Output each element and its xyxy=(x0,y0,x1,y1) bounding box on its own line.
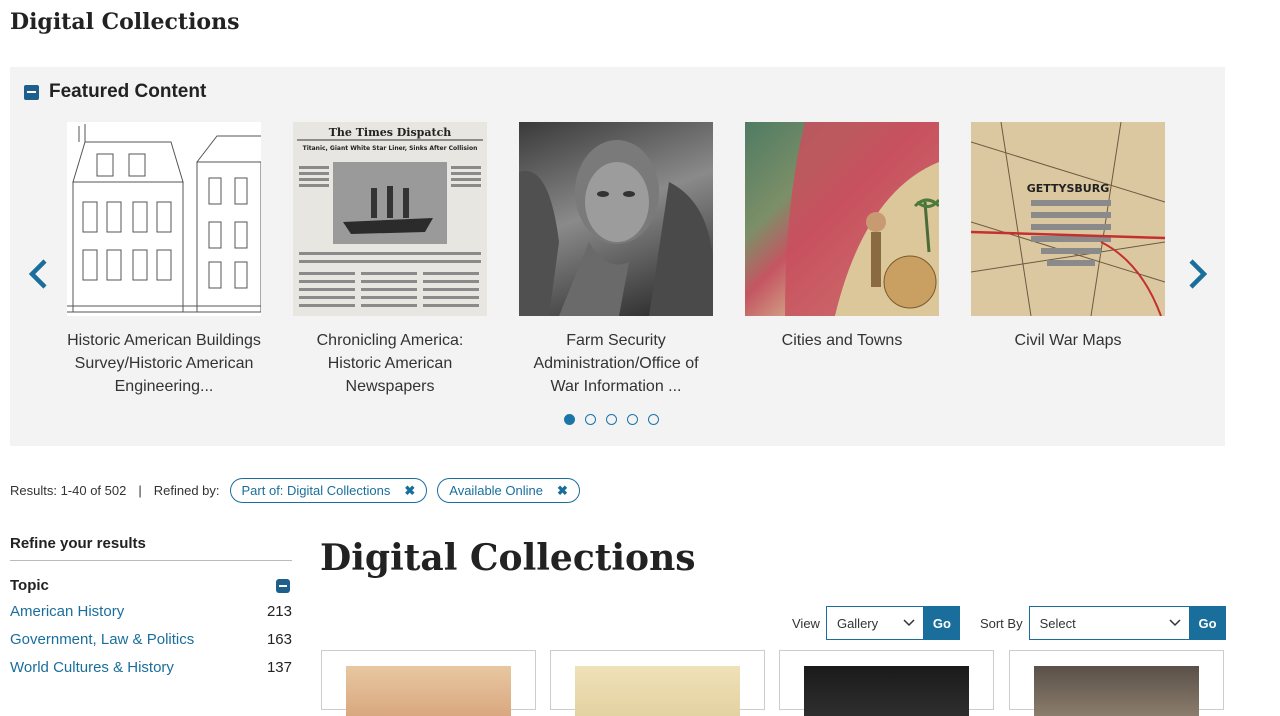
filter-chip-label: Available Online xyxy=(449,483,543,498)
refine-title: Refine your results xyxy=(10,535,292,561)
newspaper-headline: Titanic, Giant White Star Liner, Sinks A… xyxy=(303,145,478,152)
slide-caption[interactable]: Cities and Towns xyxy=(745,329,939,352)
result-card[interactable] xyxy=(1009,650,1224,716)
facet-item-american-history[interactable]: American History 213 xyxy=(10,602,292,622)
carousel-dot-4[interactable] xyxy=(627,414,638,425)
chevron-down-icon xyxy=(903,619,915,627)
chevron-down-icon xyxy=(1169,619,1181,627)
slide-thumbnail[interactable] xyxy=(67,122,261,316)
slide-thumbnail[interactable] xyxy=(519,122,713,316)
result-card[interactable] xyxy=(550,650,765,716)
facet-item-count: 213 xyxy=(266,603,292,620)
facet-item-government-law-politics[interactable]: Government, Law & Politics 163 xyxy=(10,630,292,650)
view-label: View xyxy=(792,615,820,631)
result-card[interactable] xyxy=(779,650,994,716)
carousel-next-icon[interactable] xyxy=(1182,257,1212,291)
slide-caption[interactable]: Civil War Maps xyxy=(971,329,1165,352)
slide-caption[interactable]: Historic American Buildings Survey/Histo… xyxy=(67,329,261,398)
facet-item-world-cultures-history[interactable]: World Cultures & History 137 xyxy=(10,658,292,678)
featured-slide-cities-towns[interactable]: Cities and Towns xyxy=(745,122,939,352)
results-summary: Results: 1-40 of 502 xyxy=(10,483,127,498)
carousel-prev-icon[interactable] xyxy=(24,257,54,291)
filter-chip-label: Part of: Digital Collections xyxy=(241,483,391,498)
carousel-dot-3[interactable] xyxy=(606,414,617,425)
featured-title: Featured Content xyxy=(49,81,207,102)
carousel-pagination xyxy=(564,414,659,425)
facet-item-count: 137 xyxy=(266,659,292,676)
featured-slide-fsa-owi[interactable]: Farm Security Administration/Office of W… xyxy=(519,122,713,398)
refined-by-label: Refined by: xyxy=(153,483,220,498)
newspaper-masthead: The Times Dispatch xyxy=(329,126,452,139)
results-separator: | xyxy=(138,483,142,498)
view-select-value: Gallery xyxy=(836,615,879,631)
slide-thumbnail[interactable] xyxy=(745,122,939,316)
featured-content-panel: Featured Content Historic American Build… xyxy=(10,67,1225,446)
map-label: GETTYSBURG xyxy=(1027,182,1110,195)
result-thumbnail[interactable] xyxy=(804,666,969,716)
refine-sidebar: Refine your results Topic American Histo… xyxy=(10,535,292,678)
slide-caption[interactable]: Farm Security Administration/Office of W… xyxy=(519,329,713,398)
result-thumbnail[interactable] xyxy=(575,666,740,716)
carousel-dot-5[interactable] xyxy=(648,414,659,425)
carousel-dot-2[interactable] xyxy=(585,414,596,425)
featured-header: Featured Content xyxy=(24,81,206,103)
facet-title: Topic xyxy=(10,577,49,594)
facet-header-topic[interactable]: Topic xyxy=(10,577,292,594)
carousel-dot-1[interactable] xyxy=(564,414,575,425)
featured-slide-habs[interactable]: Historic American Buildings Survey/Histo… xyxy=(67,122,261,398)
results-bar: Results: 1-40 of 502 | Refined by: Part … xyxy=(10,478,580,503)
page-title: Digital Collections xyxy=(10,9,240,35)
results-title: Digital Collections xyxy=(320,537,696,579)
remove-filter-icon[interactable]: ✖ xyxy=(404,483,415,499)
collapse-icon[interactable] xyxy=(276,578,290,593)
facet-item-label[interactable]: American History xyxy=(10,602,124,622)
sort-label: Sort By xyxy=(979,615,1023,631)
facet-item-label[interactable]: World Cultures & History xyxy=(10,658,174,678)
facet-item-count: 163 xyxy=(266,631,292,648)
filter-chip-available-online[interactable]: Available Online ✖ xyxy=(437,478,580,503)
sort-select-value: Select xyxy=(1039,615,1076,631)
results-controls: View Gallery Go Sort By Select Go xyxy=(792,606,1226,640)
sort-select[interactable]: Select xyxy=(1028,606,1190,640)
featured-slide-chronicling-america[interactable]: The Times Dispatch Titanic, Giant White … xyxy=(293,122,487,398)
sort-go-button[interactable]: Go xyxy=(1189,606,1226,640)
view-select[interactable]: Gallery xyxy=(825,606,924,640)
result-thumbnail[interactable] xyxy=(346,666,511,716)
filter-chip-digital-collections[interactable]: Part of: Digital Collections ✖ xyxy=(229,478,428,503)
featured-slide-civil-war-maps[interactable]: GETTYSBURG Civil War Maps xyxy=(971,122,1165,352)
slide-caption[interactable]: Chronicling America: Historic American N… xyxy=(293,329,487,398)
facet-item-label[interactable]: Government, Law & Politics xyxy=(10,630,194,650)
view-go-button[interactable]: Go xyxy=(923,606,960,640)
result-thumbnail[interactable] xyxy=(1034,666,1199,716)
collapse-icon[interactable] xyxy=(24,84,39,100)
slide-thumbnail[interactable]: GETTYSBURG xyxy=(971,122,1165,316)
remove-filter-icon[interactable]: ✖ xyxy=(557,483,568,499)
result-card[interactable] xyxy=(321,650,536,716)
slide-thumbnail[interactable]: The Times Dispatch Titanic, Giant White … xyxy=(293,122,487,316)
